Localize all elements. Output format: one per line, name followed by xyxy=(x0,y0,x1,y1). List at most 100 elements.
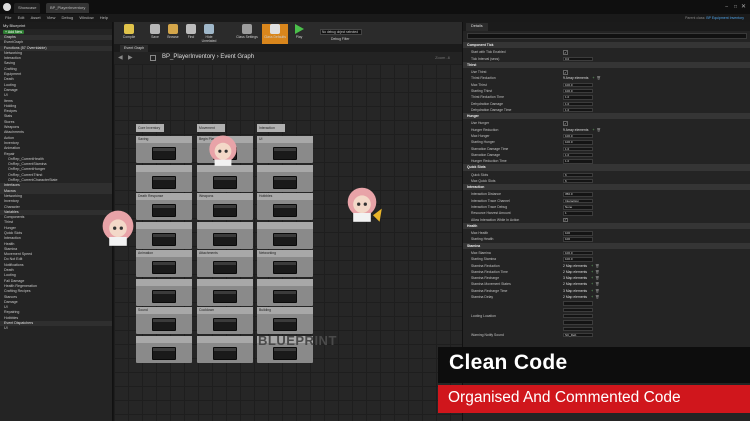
property-value-input[interactable]: 100.0 xyxy=(563,88,593,94)
property-value-input[interactable]: 1.0 xyxy=(563,152,593,158)
graph-node[interactable] xyxy=(273,346,297,360)
add-element-icon[interactable]: + xyxy=(591,295,593,299)
property-value-input[interactable]: 0.0 xyxy=(563,56,593,61)
property-value-input[interactable]: 100.0 xyxy=(563,133,593,139)
property-value-input[interactable] xyxy=(563,307,593,313)
comment-box[interactable] xyxy=(136,221,192,249)
property-value-input[interactable]: 1 xyxy=(563,211,593,216)
graph-node[interactable] xyxy=(152,147,176,160)
property-array-value[interactable]: 9 Array elements + 🗑 xyxy=(563,127,601,133)
property-value-input[interactable] xyxy=(563,313,593,319)
tab-bp-playerinventory[interactable]: BP_PlayerInventory xyxy=(46,3,90,13)
property-value-input[interactable] xyxy=(563,301,593,306)
property-checkbox[interactable] xyxy=(563,70,568,75)
graph-node[interactable] xyxy=(152,261,176,274)
trash-icon[interactable]: 🗑 xyxy=(595,270,599,274)
menu-help[interactable]: Help xyxy=(100,15,108,20)
maximize-icon[interactable]: □ xyxy=(734,4,737,10)
menu-edit[interactable]: Edit xyxy=(18,15,25,20)
graph-node[interactable] xyxy=(152,289,176,303)
graph-node[interactable] xyxy=(273,204,297,217)
menu-asset[interactable]: Asset xyxy=(31,15,41,20)
graph-node[interactable] xyxy=(152,318,176,331)
comment-box[interactable] xyxy=(197,335,253,363)
property-checkbox[interactable] xyxy=(563,50,568,55)
add-element-icon[interactable]: + xyxy=(591,264,593,268)
comment-box[interactable]: Building xyxy=(257,307,313,334)
comment-box[interactable] xyxy=(257,278,313,306)
trash-icon[interactable]: 🗑 xyxy=(595,282,599,286)
graph-node[interactable] xyxy=(213,232,237,246)
property-array-value[interactable]: 3 Map elements + 🗑 xyxy=(563,275,599,281)
forward-arrow-icon[interactable]: ▶ xyxy=(128,54,133,61)
details-search-input[interactable] xyxy=(467,33,747,39)
comment-box[interactable]: Cooldown xyxy=(197,307,253,334)
add-element-icon[interactable]: + xyxy=(592,76,594,80)
add-element-icon[interactable]: + xyxy=(591,282,593,286)
menu-file[interactable]: File xyxy=(5,15,11,20)
property-value-input[interactable]: 1.0 xyxy=(563,107,593,113)
trash-icon[interactable]: 🗑 xyxy=(595,276,599,280)
add-element-icon[interactable]: + xyxy=(591,289,593,293)
property-value-input[interactable]: 1.0 xyxy=(563,146,593,151)
details-section-header[interactable]: Stamina xyxy=(463,242,750,249)
trash-icon[interactable]: 🗑 xyxy=(595,264,599,268)
property-checkbox[interactable] xyxy=(563,121,568,126)
event-graph-canvas[interactable]: Core Inventory Movement Interaction Saving B… xyxy=(114,64,462,421)
comment-label[interactable]: Interaction xyxy=(257,124,285,132)
graph-node[interactable] xyxy=(273,318,297,331)
comment-box[interactable]: UI xyxy=(257,136,313,163)
property-value-input[interactable]: SC_Deb xyxy=(563,332,593,338)
tab-event-graph[interactable]: Event Graph xyxy=(120,45,149,52)
graph-node[interactable] xyxy=(273,289,297,303)
property-value-input[interactable]: 1.0 xyxy=(563,95,593,100)
trash-icon[interactable]: 🗑 xyxy=(596,128,600,132)
property-array-value[interactable]: 9 Array elements + 🗑 xyxy=(563,75,601,81)
add-element-icon[interactable]: + xyxy=(592,128,594,132)
back-arrow-icon[interactable]: ◀ xyxy=(118,54,123,61)
comment-box[interactable] xyxy=(197,278,253,306)
comment-box[interactable]: Weapons xyxy=(197,193,253,220)
comment-box[interactable] xyxy=(197,164,253,192)
parent-class-link[interactable]: BP Equipment Inventory xyxy=(706,16,744,20)
graph-node[interactable] xyxy=(213,261,237,274)
property-value-input[interactable]: 6 xyxy=(563,172,593,178)
property-array-value[interactable]: 2 Map elements + 🗑 xyxy=(563,294,599,300)
details-section-header[interactable]: Thirst xyxy=(463,61,750,69)
property-array-value[interactable]: 3 Map elements + 🗑 xyxy=(563,288,599,294)
debug-object-select[interactable]: No debug object selected xyxy=(320,29,362,35)
graph-node[interactable] xyxy=(213,346,237,360)
play-button[interactable]: Play xyxy=(288,24,310,44)
hide-unrelated-button[interactable]: Hide Unrelated xyxy=(198,24,220,44)
details-section-header[interactable]: Component Tick xyxy=(463,42,750,49)
property-value-input[interactable]: 100 xyxy=(563,231,593,236)
comment-box[interactable]: Hotbbles xyxy=(257,193,313,220)
minimize-icon[interactable]: – xyxy=(725,4,728,10)
graph-node[interactable] xyxy=(152,232,176,246)
comment-box[interactable] xyxy=(136,278,192,306)
add-new-button[interactable]: + Add New xyxy=(3,30,25,34)
comment-box[interactable] xyxy=(197,221,253,249)
graph-node[interactable] xyxy=(213,204,237,217)
comment-box[interactable] xyxy=(257,221,313,249)
property-checkbox[interactable] xyxy=(563,217,568,223)
graph-node[interactable] xyxy=(152,204,176,217)
trash-icon[interactable]: 🗑 xyxy=(595,295,599,299)
comment-box[interactable] xyxy=(257,164,313,192)
comment-box[interactable]: Death Response xyxy=(136,193,192,220)
property-value-input[interactable]: 100.0 xyxy=(563,82,593,88)
tab-showcase[interactable]: Showcase xyxy=(14,3,41,13)
comment-box[interactable] xyxy=(136,335,192,363)
comment-box[interactable]: Saving xyxy=(136,136,192,163)
property-value-input[interactable]: 1.0 xyxy=(563,159,593,164)
property-value-input[interactable]: 100.0 xyxy=(563,250,593,256)
menu-view[interactable]: View xyxy=(47,15,56,20)
class-settings-button[interactable]: Class Settings xyxy=(236,24,258,44)
graph-node[interactable] xyxy=(152,175,176,189)
comment-box[interactable]: Networking xyxy=(257,250,313,277)
property-value-input[interactable]: 100 xyxy=(563,237,593,242)
add-element-icon[interactable]: + xyxy=(591,270,593,274)
property-value-input[interactable]: None xyxy=(563,205,593,210)
property-value-input[interactable]: 350.0 xyxy=(563,192,593,197)
property-value-input[interactable]: 6 xyxy=(563,178,593,184)
